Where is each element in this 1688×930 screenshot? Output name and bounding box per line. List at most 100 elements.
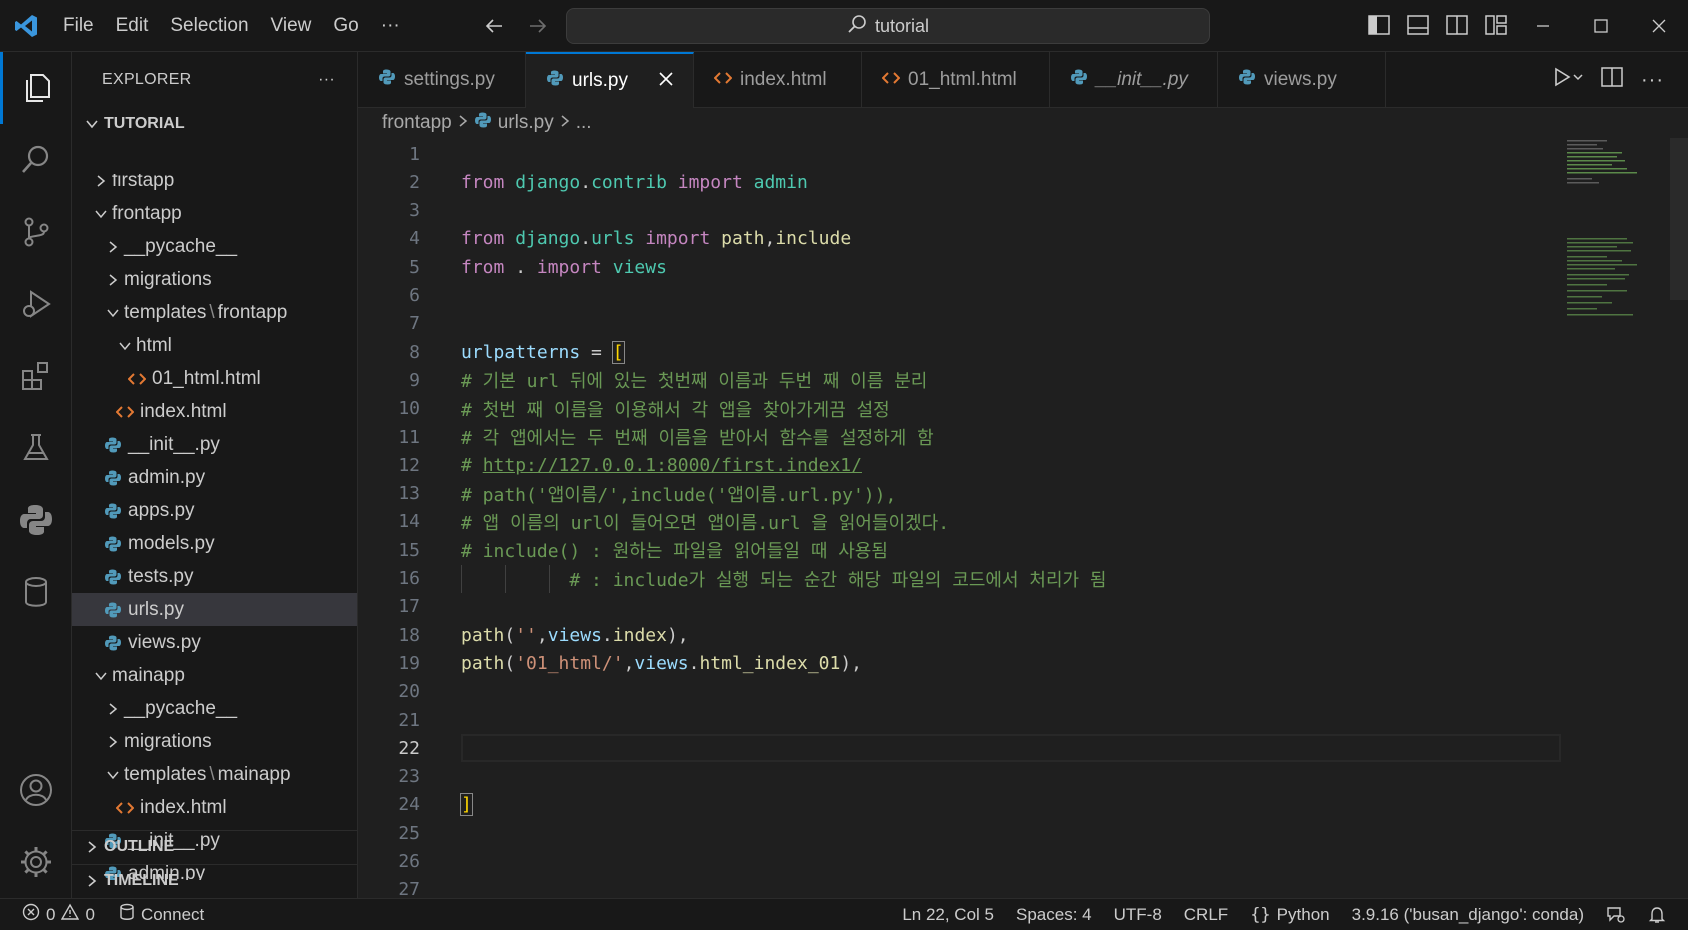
menu-selection[interactable]: Selection (159, 15, 259, 37)
python-interpreter[interactable]: 3.9.16 ('busan_django': conda) (1352, 905, 1584, 925)
code-line: 8 urlpatterns = [ (358, 338, 1558, 366)
tab-label: settings.py (404, 69, 495, 90)
testing-flask-icon[interactable] (0, 412, 72, 484)
menu-more[interactable]: ··· (370, 15, 411, 37)
customize-layout-icon[interactable] (1483, 12, 1509, 38)
warning-count: 0 (85, 904, 95, 924)
tree-folder[interactable]: migrations (72, 263, 357, 296)
problems-indicator[interactable]: 0 0 (22, 903, 95, 926)
tree-file[interactable]: tests.py (72, 560, 357, 593)
breadcrumb: frontapp urls.py ... (358, 108, 592, 138)
tree-folder[interactable]: firstapp (72, 174, 357, 197)
editor-tab[interactable]: index.html (694, 52, 862, 108)
explorer-more-actions[interactable]: ··· (318, 71, 335, 89)
breadcrumb-folder[interactable]: frontapp (382, 112, 452, 134)
menu-go[interactable]: Go (322, 15, 369, 37)
editor-tabs: settings.py urls.py index.html 01_html.html… (358, 52, 1688, 108)
source-control-icon[interactable] (0, 196, 72, 268)
minimap[interactable] (1565, 138, 1675, 338)
tree-folder[interactable]: mainapp (72, 659, 357, 692)
tree-folder[interactable]: html (72, 329, 357, 362)
tree-folder[interactable]: __pycache__ (72, 692, 357, 725)
tree-file[interactable]: 01_html.html (72, 362, 357, 395)
tree-file[interactable]: apps.py (72, 494, 357, 527)
split-editor-icon[interactable] (1601, 67, 1623, 93)
code-token: index (612, 624, 667, 646)
breadcrumb-file[interactable]: urls.py (498, 112, 554, 134)
tree-item-label: __pycache__ (124, 697, 238, 719)
python-file-icon (102, 601, 124, 619)
python-icon[interactable] (0, 484, 72, 556)
tree-folder[interactable]: frontapp (72, 197, 357, 230)
tree-file[interactable]: urls.py (72, 593, 357, 626)
menu-file[interactable]: File (52, 15, 105, 37)
tree-folder[interactable]: templates \ mainapp (72, 758, 357, 791)
menu-bar: File Edit Selection View Go ··· (52, 0, 411, 52)
editor-tab[interactable]: __init__.py (1050, 52, 1218, 108)
tree-file[interactable]: index.html (72, 791, 357, 824)
end-of-line[interactable]: CRLF (1184, 905, 1228, 925)
close-window-icon[interactable] (1630, 0, 1688, 52)
tree-item-label: index.html (140, 400, 227, 422)
title-bar: File Edit Selection View Go ··· tutorial (0, 0, 1688, 52)
tree-file[interactable]: admin.py (72, 461, 357, 494)
breadcrumb-symbol[interactable]: ... (576, 112, 592, 134)
database-icon[interactable] (0, 556, 72, 628)
code-token: # 각 앱에서는 두 번째 이름을 받아서 함수를 설정하게 함 (461, 428, 934, 449)
code-token: urlpatterns (461, 341, 581, 363)
close-tab-icon[interactable] (659, 70, 673, 92)
tree-file[interactable]: models.py (72, 527, 357, 560)
code-token: , (764, 228, 776, 250)
code-editor[interactable]: 1 2 from django.contrib import admin 3 4 from… (358, 138, 1688, 898)
tree-folder[interactable]: __pycache__ (72, 230, 357, 263)
command-center-search[interactable]: tutorial (566, 8, 1210, 44)
forward-arrow-icon[interactable] (524, 12, 552, 40)
run-python-file-icon[interactable] (1553, 67, 1583, 93)
encoding[interactable]: UTF-8 (1114, 905, 1162, 925)
toggle-primary-sidebar-icon[interactable] (1366, 12, 1392, 38)
timeline-section[interactable]: TIMELINE (72, 864, 357, 897)
editor-tab[interactable]: 01_html.html (862, 52, 1050, 108)
cursor-position[interactable]: Ln 22, Col 5 (902, 905, 994, 925)
workspace-root-header[interactable]: TUTORIAL (72, 108, 357, 140)
accounts-icon[interactable] (0, 754, 72, 826)
code-token: path (461, 624, 505, 646)
connect-label: Connect (140, 904, 205, 924)
toggle-secondary-sidebar-icon[interactable] (1444, 12, 1470, 38)
menu-view[interactable]: View (260, 15, 323, 37)
editor-tab[interactable]: urls.py (526, 52, 694, 108)
tree-folder[interactable]: migrations (72, 725, 357, 758)
feedback-icon[interactable] (1606, 906, 1626, 924)
minimize-icon[interactable] (1514, 0, 1572, 52)
outline-section[interactable]: OUTLINE (72, 830, 357, 863)
extensions-icon[interactable] (0, 340, 72, 412)
tree-folder[interactable]: templates \ frontapp (72, 296, 357, 329)
editor-tab[interactable]: views.py (1218, 52, 1386, 108)
python-file-icon (1070, 68, 1088, 92)
editor-more-actions-icon[interactable]: ··· (1641, 69, 1664, 92)
menu-edit[interactable]: Edit (105, 15, 160, 37)
line-number: 12 (398, 454, 420, 476)
code-token: django (515, 171, 581, 193)
manage-gear-icon[interactable] (0, 826, 72, 898)
toggle-panel-icon[interactable] (1405, 12, 1431, 38)
run-debug-icon[interactable] (0, 268, 72, 340)
connect-button[interactable]: Connect (119, 903, 204, 926)
editor-tab[interactable]: settings.py (358, 52, 526, 108)
tree-file[interactable]: __init__.py (72, 428, 357, 461)
tree-file[interactable]: views.py (72, 626, 357, 659)
url-link[interactable]: http://127.0.0.1:8000/first.index1/ (483, 455, 862, 476)
search-sidebar-icon[interactable] (0, 124, 72, 196)
editor-scrollbar[interactable] (1670, 138, 1688, 300)
notifications-bell-icon[interactable] (1648, 906, 1666, 924)
code-line: 9 # 기본 url 뒤에 있는 첫번째 이름과 두번 째 이름 분리 (358, 366, 1558, 394)
language-mode[interactable]: {} Python (1250, 905, 1329, 925)
line-number: 7 (409, 313, 420, 335)
line-number: 18 (398, 624, 420, 646)
tree-item-label: admin.py (128, 466, 206, 488)
maximize-icon[interactable] (1572, 0, 1630, 52)
tree-file[interactable]: index.html (72, 395, 357, 428)
indentation[interactable]: Spaces: 4 (1016, 905, 1092, 925)
explorer-icon[interactable] (0, 52, 72, 124)
back-arrow-icon[interactable] (480, 12, 508, 40)
